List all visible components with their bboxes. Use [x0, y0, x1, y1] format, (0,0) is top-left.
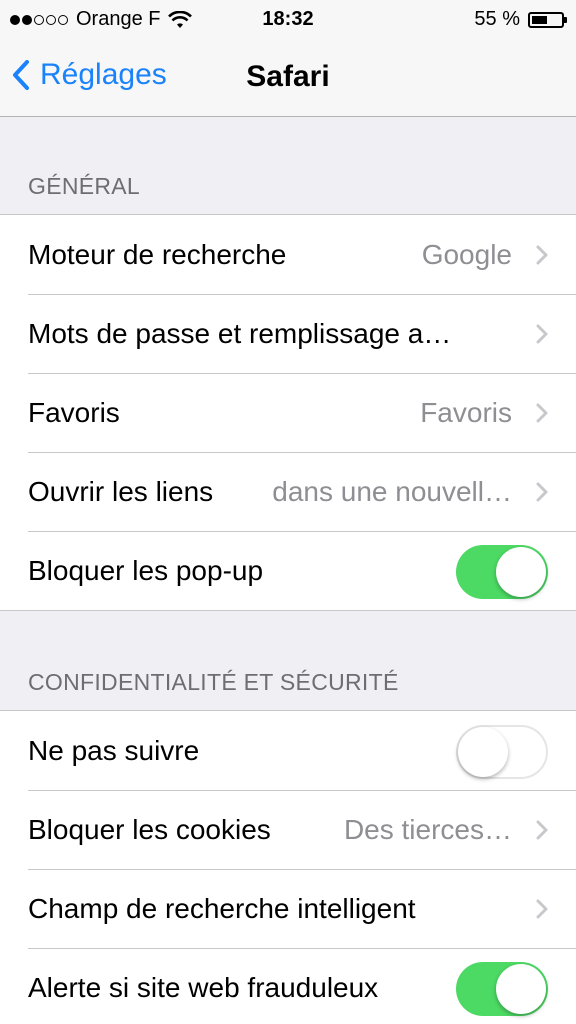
screen: Orange F 18:32 55 % Réglages Safari GÉNÉ… [0, 0, 576, 1024]
toggle-switch[interactable] [456, 725, 548, 779]
row-value: Des tierces… [343, 813, 512, 845]
row-value: Favoris [420, 396, 512, 428]
settings-row[interactable]: Ouvrir les liens dans une nouvell… [0, 452, 576, 531]
toggle-knob [458, 727, 508, 777]
row-label: Alerte si site web frauduleux [28, 971, 379, 1003]
chevron-right-icon [536, 820, 548, 840]
row-label: Bloquer les cookies [28, 813, 271, 845]
battery-level [532, 15, 547, 24]
row-label: Bloquer les pop-up [28, 554, 264, 586]
status-right: 55 % [474, 8, 567, 31]
status-bar: Orange F 18:32 55 % [0, 0, 576, 40]
row-value: dans une nouvell… [272, 475, 512, 507]
settings-row: Bloquer les pop-up [0, 531, 576, 610]
row-label: Champ de recherche intelligent [28, 892, 416, 924]
row-label: Favoris [28, 396, 120, 428]
settings-row[interactable]: Moteur de recherche Google [0, 215, 576, 294]
toggle-switch[interactable] [456, 545, 548, 599]
row-label: Mots de passe et remplissage a… [28, 317, 452, 349]
toggle-knob [496, 964, 546, 1014]
settings-group: Ne pas suivre Bloquer les cookies Des tier… [0, 710, 576, 1024]
chevron-right-icon [536, 899, 548, 919]
page-title: Safari [246, 60, 330, 93]
chevron-right-icon [536, 245, 548, 265]
row-label: Ouvrir les liens [28, 475, 214, 507]
section-header: CONFIDENTIALITÉ ET SÉCURITÉ [28, 669, 399, 695]
battery-icon [528, 11, 567, 28]
row-label: Moteur de recherche [28, 238, 287, 270]
chevron-right-icon [536, 324, 548, 344]
chevron-right-icon [536, 482, 548, 502]
settings-row[interactable]: Bloquer les cookies Des tierces… [0, 790, 576, 869]
chevron-right-icon [536, 403, 548, 423]
row-label: Ne pas suivre [28, 734, 200, 766]
settings-row[interactable]: Champ de recherche intelligent [0, 869, 576, 948]
battery-percent: 55 % [474, 8, 520, 30]
settings-row: Alerte si site web frauduleux [0, 948, 576, 1024]
section-header: GÉNÉRAL [28, 173, 141, 199]
settings-row[interactable]: Favoris Favoris [0, 373, 576, 452]
settings-group: Moteur de recherche Google Mots de passe e… [0, 214, 576, 611]
navigation-bar: Réglages Safari [0, 40, 576, 117]
settings-row: Ne pas suivre [0, 711, 576, 790]
toggle-switch[interactable] [456, 962, 548, 1016]
settings-row[interactable]: Mots de passe et remplissage a… [0, 294, 576, 373]
toggle-knob [496, 547, 546, 597]
row-value: Google [421, 238, 512, 270]
